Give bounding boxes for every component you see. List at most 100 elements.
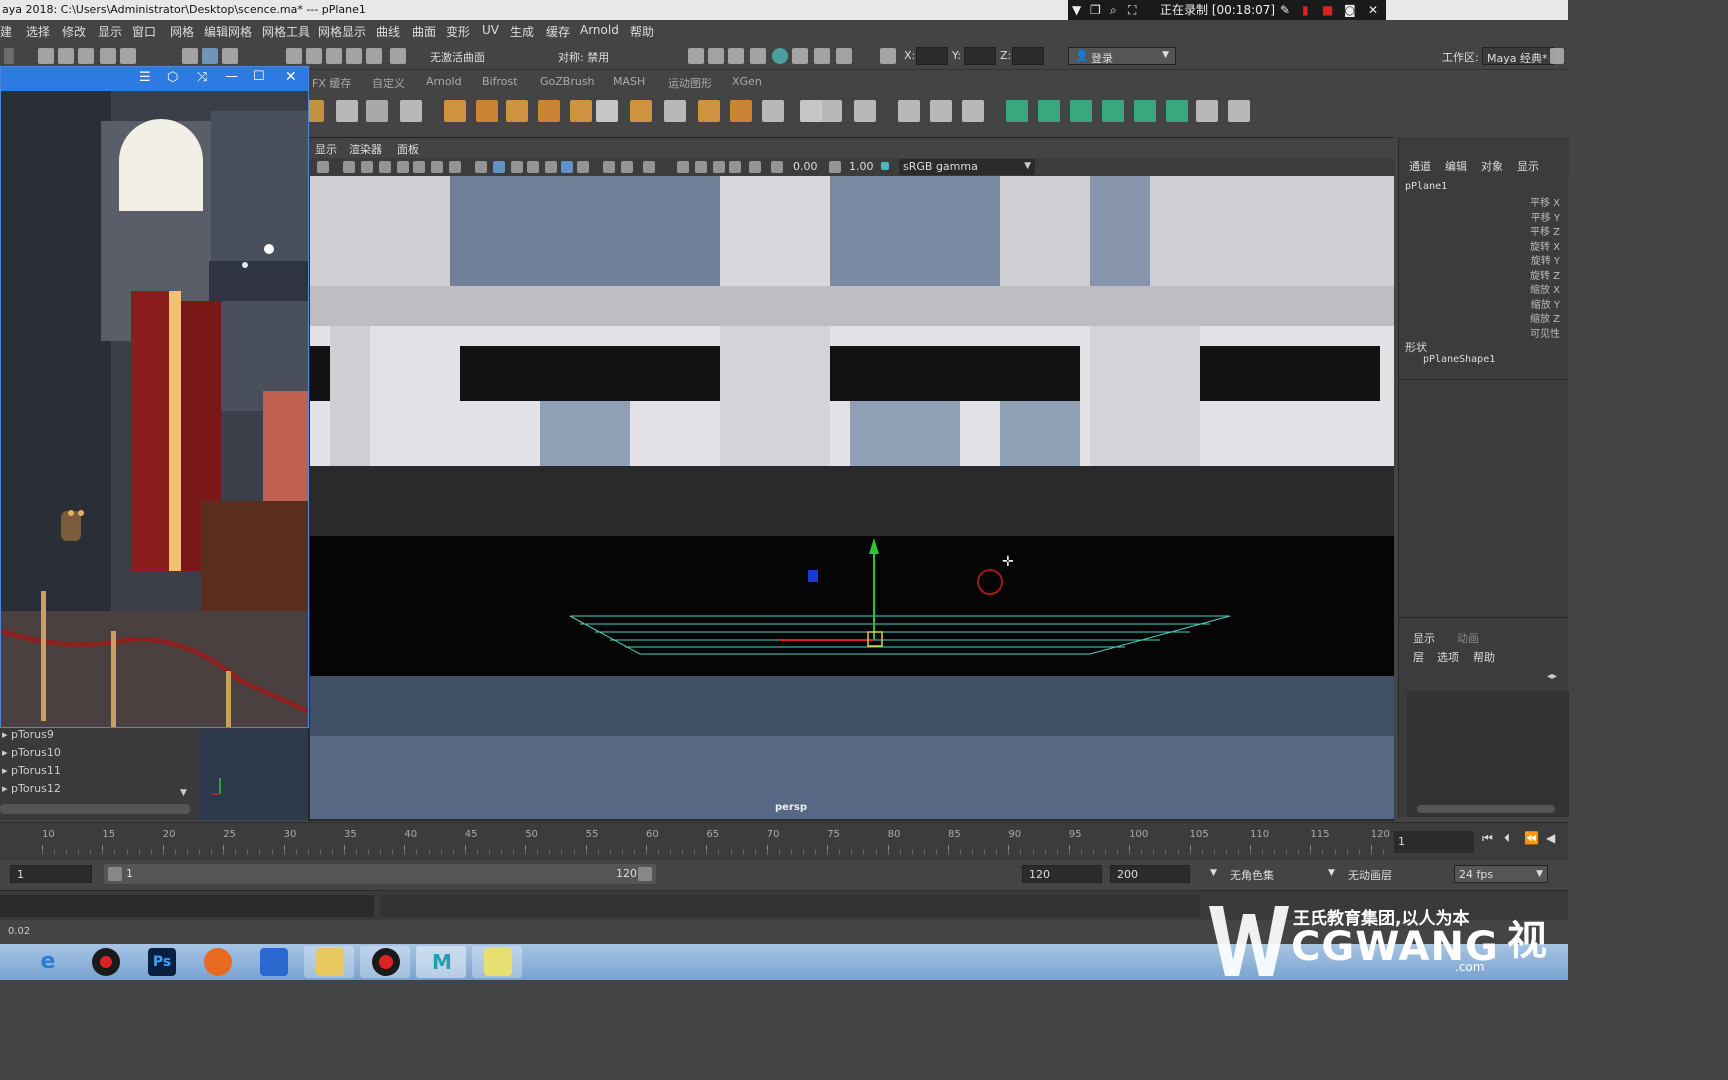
viewport-tool-icon[interactable]	[643, 161, 655, 173]
stop-icon[interactable]: ■	[1322, 0, 1333, 20]
viewport-tool-icon[interactable]	[449, 161, 461, 173]
reference-image-window[interactable]: ☰ ⬡ ⤨ — ☐ ✕	[0, 66, 309, 728]
shelf-tool-icon[interactable]	[444, 100, 466, 122]
channel-attribute[interactable]: 可见性	[1530, 325, 1560, 340]
y-field[interactable]	[964, 47, 996, 65]
shelf-tool-icon[interactable]	[1102, 100, 1124, 122]
close-icon[interactable]: ✕	[285, 69, 297, 85]
menu-icon[interactable]: ☰	[139, 70, 151, 85]
shelf-tool-icon[interactable]	[1196, 100, 1218, 122]
open-scene-icon[interactable]	[58, 48, 74, 64]
expand-arrow-icon[interactable]: ▸	[2, 728, 11, 741]
render-view-icon[interactable]	[792, 48, 808, 64]
pencil-icon[interactable]: ✎	[1280, 0, 1290, 20]
shelf-tab[interactable]: Bifrost	[482, 75, 518, 88]
ie-icon[interactable]: e	[34, 948, 62, 976]
color-management-icon[interactable]	[881, 162, 889, 170]
anim-end-field[interactable]: 200	[1110, 865, 1190, 883]
select-component-icon[interactable]	[222, 48, 238, 64]
shelf-tool-icon[interactable]	[336, 100, 358, 122]
notepad-task-button[interactable]	[472, 946, 522, 978]
outliner-item[interactable]: ▸ pTorus12	[2, 782, 61, 795]
shelf-tool-icon[interactable]	[762, 100, 784, 122]
viewport-tool-icon[interactable]	[603, 161, 615, 173]
viewport-tool-icon[interactable]	[829, 161, 841, 173]
record-icon[interactable]	[92, 948, 120, 976]
reference-window-titlebar[interactable]: ☰ ⬡ ⤨ — ☐ ✕	[1, 67, 308, 91]
ipr-render-icon[interactable]	[728, 48, 744, 64]
viewport-tool-icon[interactable]	[771, 161, 783, 173]
viewport-tool-icon[interactable]	[379, 161, 391, 173]
shelf-tab[interactable]: GoZBrush	[540, 75, 595, 88]
viewport-tool-icon[interactable]	[413, 161, 425, 173]
x-field[interactable]	[916, 47, 948, 65]
channel-attribute[interactable]: 缩放 X	[1530, 281, 1560, 296]
symmetry-label[interactable]: 对称: 禁用	[558, 49, 609, 65]
shelf-tool-icon[interactable]	[400, 100, 422, 122]
shelf-tool-icon[interactable]	[820, 100, 842, 122]
range-end-handle[interactable]	[638, 867, 652, 881]
mel-input[interactable]	[0, 895, 374, 917]
channel-attribute[interactable]: 平移 X	[1530, 194, 1560, 209]
menu-item[interactable]: 选择	[26, 23, 50, 40]
menu-item[interactable]: 编辑网格	[204, 23, 252, 40]
shelf-tool-icon[interactable]	[664, 100, 686, 122]
viewport-tool-icon[interactable]	[561, 161, 573, 173]
select-object-icon[interactable]	[202, 48, 218, 64]
shelf-tool-icon[interactable]	[630, 100, 652, 122]
menu-item[interactable]: 生成	[510, 23, 534, 40]
dropdown-icon[interactable]: ▼	[1072, 0, 1081, 20]
pin-icon[interactable]: ⬡	[167, 70, 178, 85]
shelf-tab[interactable]: 运动图形	[668, 75, 712, 91]
menu-item[interactable]: 窗口	[132, 23, 156, 40]
play-backward-icon[interactable]: ◀	[1546, 831, 1555, 845]
fullscreen-icon[interactable]: ⛶	[1128, 0, 1136, 20]
workspace-dropdown[interactable]: Maya 经典*	[1482, 47, 1554, 65]
time-slider[interactable]: 1 ⏮ ⏴ ⏪ ◀ 10 15 20 25 30 35 40 45 50 55 60 65 70 75 80…	[0, 822, 1568, 860]
shelf-tool-icon[interactable]	[800, 100, 822, 122]
shelf-tool-icon[interactable]	[1006, 100, 1028, 122]
camera-icon[interactable]: ◙	[1344, 0, 1356, 20]
recorder-task-button[interactable]	[360, 946, 410, 978]
channel-attribute[interactable]: 旋转 Z	[1530, 267, 1560, 282]
menu-item[interactable]: 建	[0, 23, 12, 40]
chevron-down-icon[interactable]: ▼	[1328, 868, 1335, 878]
channel-box-tab[interactable]: 对象	[1481, 158, 1503, 174]
layer-menu-item[interactable]: 选项	[1437, 649, 1459, 665]
viewport-tool-icon[interactable]	[397, 161, 409, 173]
menu-item[interactable]: 网格	[170, 23, 194, 40]
search-icon[interactable]: ⌕	[1110, 0, 1117, 20]
layer-menu-item[interactable]: 帮助	[1473, 649, 1495, 665]
layer-editor-tab[interactable]: 显示	[1413, 630, 1435, 646]
go-to-start-icon[interactable]: ⏮	[1482, 831, 1493, 846]
character-set-dropdown[interactable]: 无角色集	[1230, 867, 1274, 883]
shelf-tab[interactable]: Arnold	[426, 75, 462, 88]
layer-scrollbar[interactable]	[1417, 805, 1555, 813]
shelf-tool-icon[interactable]	[1166, 100, 1188, 122]
expand-arrow-icon[interactable]: ▸	[2, 782, 11, 795]
viewport-tool-icon[interactable]	[317, 161, 329, 173]
viewport-tool-icon[interactable]	[545, 161, 557, 173]
range-track[interactable]: 1 120	[104, 864, 656, 884]
firefox-icon[interactable]	[204, 948, 232, 976]
shelf-tool-icon[interactable]	[596, 100, 618, 122]
channel-attribute[interactable]: 缩放 Z	[1530, 310, 1560, 325]
menu-item[interactable]: 网格工具	[262, 23, 310, 40]
maximize-icon[interactable]: ☐	[253, 69, 265, 84]
expand-arrow-icon[interactable]: ▸	[2, 746, 11, 759]
viewport-tool-icon[interactable]	[695, 161, 707, 173]
snap-surface-icon[interactable]	[366, 48, 382, 64]
snap-view-icon[interactable]	[346, 48, 362, 64]
menu-item[interactable]: 曲面	[412, 23, 436, 40]
shelf-tool-icon[interactable]	[930, 100, 952, 122]
channel-attribute[interactable]: 缩放 Y	[1531, 296, 1560, 311]
menu-item[interactable]: 帮助	[630, 23, 654, 40]
shelf-tab[interactable]: 自定义	[372, 75, 405, 91]
step-back-frame-icon[interactable]: ⏪	[1524, 831, 1539, 845]
shrink-icon[interactable]: ⤨	[197, 70, 207, 85]
z-field[interactable]	[1012, 47, 1044, 65]
shelf-tab[interactable]: MASH	[613, 75, 645, 88]
shelf-tool-icon[interactable]	[366, 100, 388, 122]
color-space-dropdown[interactable]: sRGB gamma ▼	[899, 159, 1035, 175]
menu-item[interactable]: UV	[482, 23, 499, 37]
